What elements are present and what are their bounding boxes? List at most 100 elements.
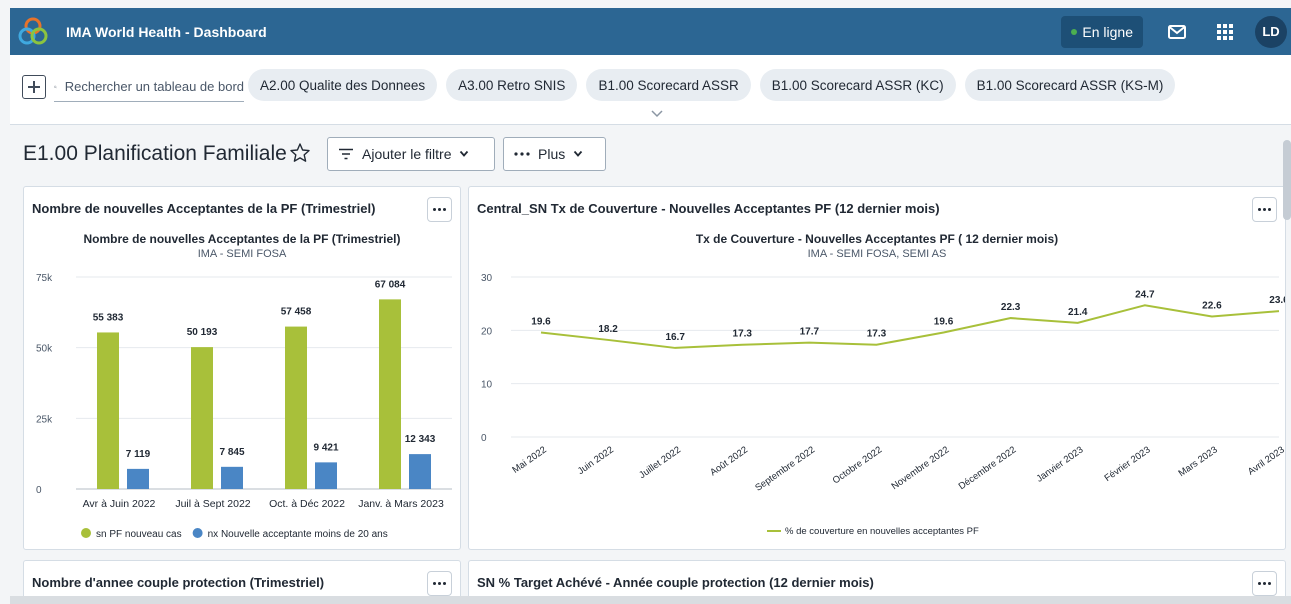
bar[interactable]	[127, 468, 149, 489]
card-title: SN % Target Achévé - Année couple protec…	[477, 575, 874, 590]
logo-icon[interactable]	[16, 15, 50, 49]
chart-title: Nombre de nouvelles Acceptantes de la PF…	[84, 232, 401, 246]
legend-item[interactable]: sn PF nouveau cas	[96, 529, 182, 540]
card-title: Nombre de nouvelles Acceptantes de la PF…	[32, 201, 376, 216]
card-title: Central_SN Tx de Couverture - Nouvelles …	[477, 201, 940, 216]
bar[interactable]	[191, 347, 213, 489]
chevron-down-icon	[460, 150, 469, 157]
bar[interactable]	[285, 326, 307, 489]
search-icon	[54, 85, 57, 88]
x-tick-label: Août 2022	[708, 444, 750, 478]
x-tick-label: Décembre 2022	[957, 444, 1019, 492]
chevron-down-icon[interactable]	[650, 109, 664, 119]
bar-value-label: 67 084	[375, 279, 406, 290]
y-tick-label: 50k	[36, 344, 53, 355]
dashboard-chip[interactable]: A3.00 Retro SNIS	[446, 69, 578, 101]
point-value-label: 22.6	[1202, 300, 1222, 311]
item-menu-button[interactable]	[427, 197, 452, 222]
chevron-down-icon	[574, 150, 583, 157]
x-tick-label: Avr à Juin 2022	[83, 498, 156, 510]
x-tick-label: Janv. à Mars 2023	[358, 498, 444, 510]
bar-value-label: 7 845	[219, 447, 244, 458]
x-tick-label: Avril 2023	[1246, 444, 1285, 477]
online-status-label: En ligne	[1082, 23, 1133, 40]
point-value-label: 22.3	[1001, 302, 1021, 313]
item-menu-button[interactable]	[427, 571, 452, 596]
bar-chart: Nombre de nouvelles Acceptantes de la PF…	[36, 232, 452, 540]
dashboard-chips: A2.00 Qualite des Donnees A3.00 Retro SN…	[248, 69, 1176, 101]
line-chart: Tx de Couverture - Nouvelles Acceptantes…	[481, 232, 1285, 537]
mail-button[interactable]	[1159, 14, 1195, 50]
vertical-scrollbar[interactable]	[1283, 140, 1291, 220]
y-tick-label: 20	[481, 326, 493, 337]
filter-icon	[339, 148, 353, 160]
bar-value-label: 9 421	[313, 442, 338, 453]
add-dashboard-button[interactable]	[22, 75, 46, 99]
top-header-bar: IMA World Health - Dashboard En ligne LD	[10, 8, 1291, 55]
x-tick-label: Oct. à Déc 2022	[269, 498, 345, 510]
bar[interactable]	[315, 462, 337, 489]
x-tick-label: Novembre 2022	[890, 444, 952, 492]
dashboard-chip[interactable]: B1.00 Scorecard ASSR (KS-M)	[964, 69, 1176, 101]
star-icon[interactable]	[289, 142, 311, 164]
legend-item[interactable]: % de couverture en nouvelles acceptantes…	[785, 526, 979, 537]
card-title: Nombre d'annee couple protection (Trimes…	[32, 575, 325, 590]
dashboard-item-card: Nombre de nouvelles Acceptantes de la PF…	[23, 186, 461, 550]
apps-button[interactable]	[1207, 14, 1243, 50]
app-title: IMA World Health - Dashboard	[66, 23, 267, 40]
x-tick-label: Mars 2023	[1177, 444, 1220, 479]
chart-subtitle: IMA - SEMI FOSA	[198, 248, 287, 260]
x-tick-label: Juillet 2022	[637, 444, 683, 481]
point-value-label: 17.3	[733, 329, 753, 340]
bar[interactable]	[409, 454, 431, 489]
point-value-label: 17.3	[867, 329, 887, 340]
x-tick-label: Mai 2022	[510, 444, 548, 475]
item-menu-button[interactable]	[1252, 571, 1277, 596]
dashboard-item-card: Central_SN Tx de Couverture - Nouvelles …	[468, 186, 1286, 550]
x-tick-label: Septembre 2022	[753, 444, 817, 493]
legend-marker	[192, 528, 203, 538]
search-placeholder: Rechercher un tableau de bord	[64, 79, 244, 94]
point-value-label: 21.4	[1068, 307, 1088, 318]
y-tick-label: 75k	[36, 273, 53, 284]
bar-value-label: 12 343	[405, 434, 436, 445]
bar-value-label: 57 458	[281, 307, 312, 318]
legend-item[interactable]: nx Nouvelle acceptante moins de 20 ans	[208, 529, 388, 540]
bar[interactable]	[379, 299, 401, 489]
online-status-badge[interactable]: En ligne	[1061, 15, 1143, 48]
point-value-label: 23.6	[1269, 295, 1285, 306]
dashboard-title: E1.00 Planification Familiale	[23, 142, 287, 165]
more-dots-icon	[514, 152, 530, 156]
mail-icon	[1168, 24, 1186, 39]
y-tick-label: 0	[481, 433, 487, 444]
status-dot-icon	[1071, 28, 1078, 35]
point-value-label: 24.7	[1135, 289, 1155, 300]
x-tick-label: Janvier 2023	[1035, 444, 1086, 484]
add-filter-button[interactable]: Ajouter le filtre	[327, 137, 495, 171]
x-tick-label: Octobre 2022	[831, 444, 884, 486]
point-value-label: 19.6	[531, 316, 551, 327]
apps-grid-icon	[1217, 23, 1233, 40]
chart-title: Tx de Couverture - Nouvelles Acceptantes…	[696, 232, 1058, 246]
horizontal-scrollbar[interactable]	[10, 596, 1291, 604]
plus-icon	[28, 81, 40, 93]
bar-value-label: 7 119	[126, 449, 151, 460]
add-filter-label: Ajouter le filtre	[362, 146, 452, 162]
more-label: Plus	[538, 146, 566, 162]
dashboard-search[interactable]: Rechercher un tableau de bord	[54, 72, 244, 102]
point-value-label: 18.2	[598, 324, 618, 335]
bar-value-label: 55 383	[93, 312, 124, 323]
y-tick-label: 25k	[36, 414, 53, 425]
bar[interactable]	[97, 332, 119, 489]
item-menu-button[interactable]	[1252, 197, 1277, 222]
dashboard-chip[interactable]: B1.00 Scorecard ASSR (KC)	[759, 69, 956, 101]
user-avatar[interactable]: LD	[1255, 15, 1287, 48]
x-tick-label: Février 2023	[1103, 444, 1153, 484]
more-button[interactable]: Plus	[503, 137, 606, 171]
bar[interactable]	[221, 466, 243, 489]
dashboard-chip[interactable]: B1.00 Scorecard ASSR	[586, 69, 751, 101]
x-tick-label: Juil à Sept 2022	[175, 498, 250, 510]
point-value-label: 19.6	[934, 316, 954, 327]
dashboard-chip[interactable]: A2.00 Qualite des Donnees	[248, 69, 438, 101]
series-line[interactable]	[540, 304, 1280, 349]
